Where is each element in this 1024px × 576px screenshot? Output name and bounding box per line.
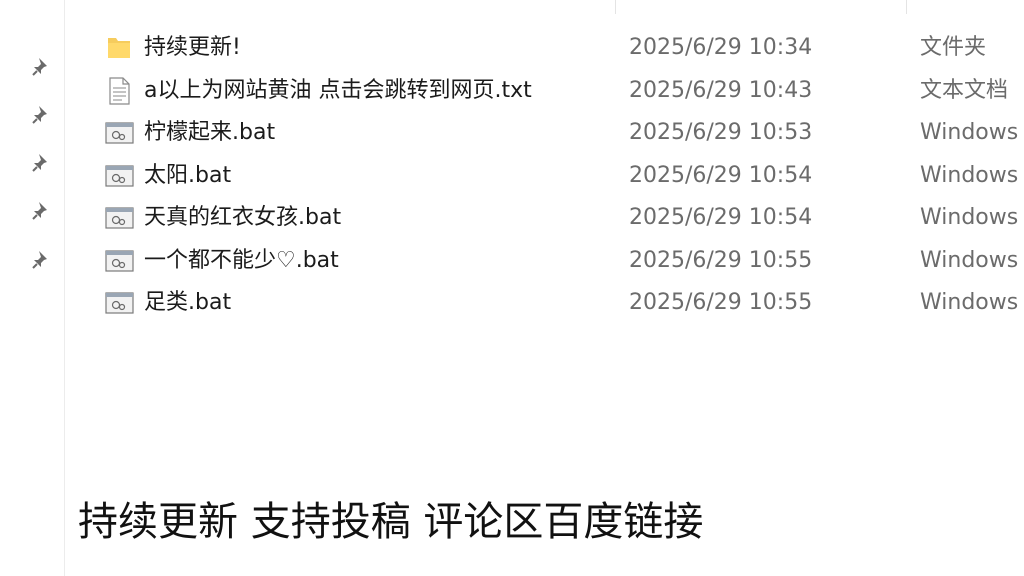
file-name: 持续更新!	[144, 35, 241, 60]
file-row[interactable]: 天真的红衣女孩.bat 2025/6/29 10:54 Windows	[64, 196, 1024, 238]
batch-file-icon	[105, 122, 134, 144]
file-date: 2025/6/29 10:55	[629, 248, 813, 273]
column-divider[interactable]	[906, 0, 907, 14]
pin-icon[interactable]	[31, 248, 53, 270]
file-date: 2025/6/29 10:54	[629, 163, 813, 188]
file-type: Windows	[920, 248, 1019, 273]
file-row[interactable]: 足类.bat 2025/6/29 10:55 Windows	[64, 281, 1024, 323]
file-name: a以上为网站黄油 点击会跳转到网页.txt	[144, 78, 532, 103]
folder-icon	[108, 38, 130, 58]
column-divider[interactable]	[615, 0, 616, 14]
batch-file-icon	[105, 207, 134, 229]
file-row[interactable]: 一个都不能少♡.bat 2025/6/29 10:55 Windows	[64, 239, 1024, 281]
navigation-pane	[0, 0, 65, 576]
pin-icon[interactable]	[31, 199, 53, 221]
file-type: 文件夹	[920, 35, 987, 60]
batch-file-icon	[105, 250, 134, 272]
file-type: Windows	[920, 290, 1019, 315]
file-row[interactable]: a以上为网站黄油 点击会跳转到网页.txt 2025/6/29 10:43 文本…	[64, 69, 1024, 111]
file-type: Windows	[920, 120, 1019, 145]
file-date: 2025/6/29 10:43	[629, 78, 813, 103]
caption-overlay: 持续更新 支持投稿 评论区百度链接	[78, 499, 704, 545]
file-date: 2025/6/29 10:54	[629, 205, 813, 230]
file-row[interactable]: 太阳.bat 2025/6/29 10:54 Windows	[64, 154, 1024, 196]
file-date: 2025/6/29 10:55	[629, 290, 813, 315]
file-name: 柠檬起来.bat	[144, 120, 276, 145]
file-name: 一个都不能少♡.bat	[144, 248, 339, 273]
file-name: 太阳.bat	[144, 163, 232, 188]
file-type: 文本文档	[920, 78, 1009, 103]
batch-file-icon	[105, 165, 134, 187]
batch-file-icon	[105, 292, 134, 314]
file-type: Windows	[920, 205, 1019, 230]
file-name: 足类.bat	[144, 290, 232, 315]
pin-icon[interactable]	[31, 151, 53, 173]
file-name: 天真的红衣女孩.bat	[144, 205, 342, 230]
pin-icon[interactable]	[31, 55, 53, 77]
pin-icon[interactable]	[31, 103, 53, 125]
file-type: Windows	[920, 163, 1019, 188]
file-date: 2025/6/29 10:34	[629, 35, 813, 60]
file-date: 2025/6/29 10:53	[629, 120, 813, 145]
file-row[interactable]: 柠檬起来.bat 2025/6/29 10:53 Windows	[64, 111, 1024, 153]
file-row[interactable]: 持续更新! 2025/6/29 10:34 文件夹	[64, 26, 1024, 68]
text-file-icon	[109, 77, 130, 105]
